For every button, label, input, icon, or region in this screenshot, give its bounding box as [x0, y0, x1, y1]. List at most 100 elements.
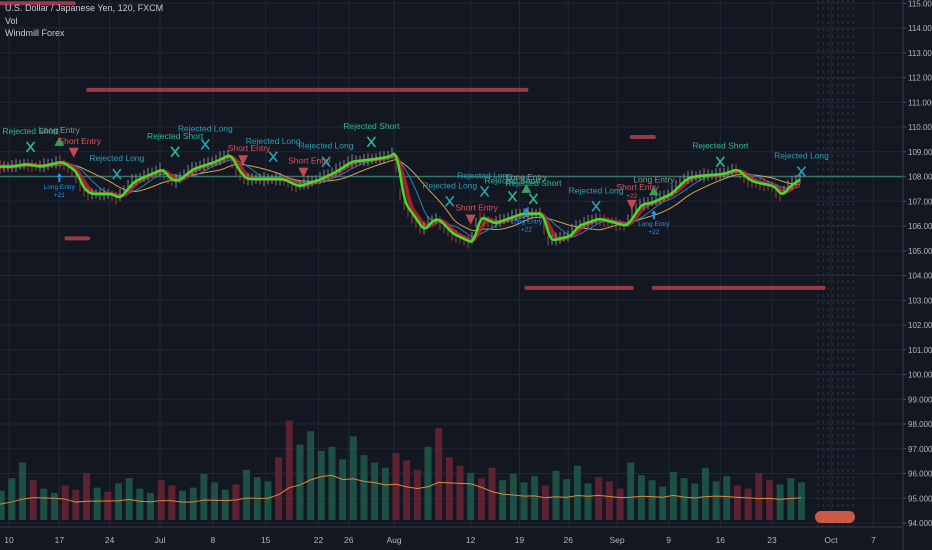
signal-label: Rejected Long — [422, 180, 477, 190]
volume-bar — [18, 462, 26, 520]
volume-bar — [296, 444, 304, 520]
volume-bar — [755, 472, 763, 520]
volume-bar — [50, 492, 58, 520]
volume-bar — [93, 487, 101, 520]
time-tick-label: 9 — [666, 535, 671, 545]
volume-bar — [456, 465, 464, 520]
volume-bar — [595, 477, 603, 520]
volume-bar — [605, 481, 613, 520]
price-chart[interactable]: Rejected ShortLong EntryShort EntryLong … — [0, 0, 932, 550]
time-tick-label: Jul — [155, 535, 166, 545]
time-tick-label: Aug — [386, 535, 401, 545]
volume-bar — [637, 475, 645, 520]
volume-bar — [723, 476, 731, 520]
volume-bar — [744, 488, 752, 520]
volume-bar — [104, 491, 112, 520]
price-tick-label: 103.000 — [908, 296, 932, 305]
price-tick-label: 98.000 — [908, 420, 932, 429]
volume-bar — [499, 480, 507, 520]
time-tick-label: 10 — [4, 535, 14, 545]
logo-badge — [815, 511, 855, 523]
price-tick-label: 111.000 — [908, 98, 932, 107]
symbol-title[interactable]: U.S. Dollar / Japanese Yen, 120, FXCM — [5, 2, 163, 15]
signal-sublabel: +22 — [648, 229, 659, 236]
volume-bar — [200, 474, 208, 520]
time-tick-label: 23 — [767, 535, 777, 545]
price-tick-label: 97.000 — [908, 445, 932, 454]
time-tick-label: 17 — [55, 535, 65, 545]
signal-label: Long Entry — [39, 125, 81, 135]
volume-bar — [531, 476, 539, 520]
signal-label: Rejected Long — [89, 153, 144, 163]
volume-bar — [765, 480, 773, 520]
price-tick-label: 113.000 — [908, 49, 932, 58]
volume-bar — [339, 459, 347, 520]
signal-label: Rejected Short — [505, 178, 562, 188]
signal-label: Rejected Short — [343, 121, 400, 131]
signal-sublabel: +22 — [626, 193, 637, 200]
volume-bar — [691, 483, 699, 520]
time-tick-label: 15 — [261, 535, 271, 545]
time-tick-label: 26 — [344, 535, 354, 545]
signal-label: Short Entry — [58, 136, 101, 146]
time-tick-label: 24 — [105, 535, 115, 545]
volume-bar — [147, 492, 155, 520]
volume-bar — [221, 489, 229, 520]
volume-bar — [61, 485, 69, 520]
volume-bar — [360, 455, 368, 520]
price-tick-label: 115.000 — [908, 0, 932, 8]
windmill-indicator-label[interactable]: Windmill Forex — [5, 27, 163, 40]
volume-bar — [317, 451, 325, 520]
volume-bar — [115, 483, 123, 520]
signal-label: Rejected Short — [692, 141, 749, 151]
volume-bar — [477, 478, 485, 520]
volume-bar — [712, 481, 720, 520]
price-tick-label: 101.000 — [908, 346, 932, 355]
volume-bar — [648, 480, 656, 520]
volume-bar — [232, 484, 240, 520]
volume-bar — [349, 436, 357, 520]
volume-bar — [627, 462, 635, 520]
time-tick-label: 7 — [871, 535, 876, 545]
volume-bar — [243, 469, 251, 520]
volume-bar — [659, 486, 667, 520]
price-tick-label: 106.000 — [908, 222, 932, 231]
time-tick-label: Sep — [609, 535, 624, 545]
time-tick-label: 16 — [716, 535, 726, 545]
signal-label: Short Entry — [455, 203, 498, 213]
chart-legend: U.S. Dollar / Japanese Yen, 120, FXCM Vo… — [5, 2, 163, 40]
signal-label: Rejected Long — [246, 136, 301, 146]
volume-bar — [168, 485, 176, 520]
volume-bar — [0, 490, 5, 520]
price-tick-label: 94.000 — [908, 519, 932, 528]
price-tick-label: 109.000 — [908, 148, 932, 157]
volume-bar — [136, 488, 144, 520]
volume-bar — [520, 482, 528, 520]
volume-bar — [29, 480, 37, 520]
price-tick-label: 107.000 — [908, 197, 932, 206]
volume-bar — [264, 481, 272, 520]
volume-bar — [424, 446, 432, 520]
volume-bar — [797, 482, 805, 520]
volume-bar — [307, 431, 315, 520]
volume-bar — [488, 467, 496, 520]
time-tick-label: 8 — [210, 535, 215, 545]
volume-bar — [403, 460, 411, 520]
price-tick-label: 102.000 — [908, 321, 932, 330]
volume-bar — [563, 479, 571, 520]
volume-bar — [189, 487, 197, 520]
volume-bar — [381, 467, 389, 520]
volume-bar — [40, 488, 48, 520]
time-tick-label: 22 — [314, 535, 324, 545]
signal-label: Long Entry — [511, 219, 543, 226]
signal-sublabel: +21 — [54, 192, 65, 199]
volume-bar — [371, 462, 379, 520]
time-tick-label: Oct — [824, 535, 838, 545]
volume-bar — [776, 484, 784, 520]
volume-bar — [435, 428, 443, 520]
volume-bar — [467, 472, 475, 520]
volume-indicator-label[interactable]: Vol — [5, 15, 163, 28]
volume-bar — [275, 457, 283, 520]
price-tick-label: 108.000 — [908, 173, 932, 182]
volume-bar — [616, 488, 624, 520]
